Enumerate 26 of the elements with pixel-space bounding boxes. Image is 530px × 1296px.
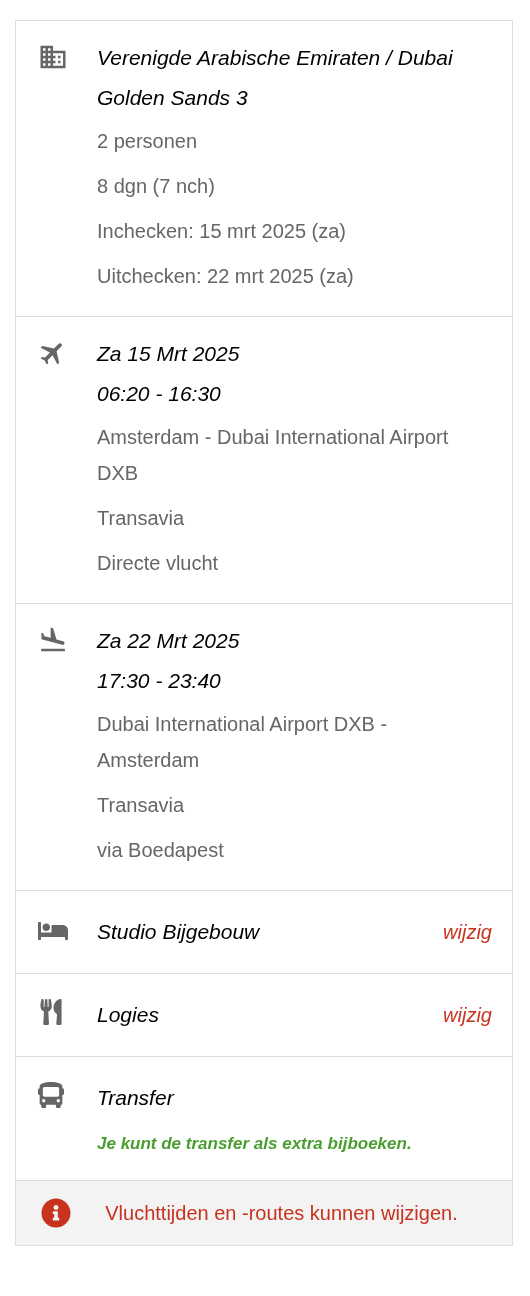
item-title: Za 15 Mrt 2025 xyxy=(97,341,240,367)
item-detail: Dubai International Airport DXB - Amsterdam xyxy=(97,712,389,773)
transfer-note: Je kunt de transfer als extra bijboeken. xyxy=(97,1133,413,1155)
bus-icon xyxy=(38,1082,64,1108)
utensils-icon xyxy=(38,999,64,1025)
change-link[interactable]: wijzig xyxy=(443,917,492,947)
item-detail: Amsterdam - Dubai International Airport DXB xyxy=(97,425,450,486)
item-title: Za 22 Mrt 2025 xyxy=(97,628,240,654)
item-detail: Uitchecken: 22 mrt 2025 (za) xyxy=(97,264,355,289)
item-title: Transfer xyxy=(97,1085,174,1111)
item-title: Verenigde Arabische Emiraten / Dubai xyxy=(97,45,453,71)
item-title: Studio Bijgebouw xyxy=(97,919,260,945)
item-detail: Transavia xyxy=(97,793,186,818)
item-title: Golden Sands 3 xyxy=(97,85,249,111)
info-icon xyxy=(41,1198,71,1228)
item-title: Logies xyxy=(97,1002,159,1028)
item-title: 06:20 - 16:30 xyxy=(97,381,222,407)
notice-text: Vluchttijden en -routes kunnen wijzigen. xyxy=(104,1201,459,1226)
change-link[interactable]: wijzig xyxy=(443,1000,492,1030)
item-detail: Directe vlucht xyxy=(97,551,220,576)
item-detail: 2 personen xyxy=(97,129,199,154)
item-detail: Transavia xyxy=(97,506,186,531)
item-detail: 8 dgn (7 nch) xyxy=(97,174,216,199)
item-title: 17:30 - 23:40 xyxy=(97,668,222,694)
item-detail: Inchecken: 15 mrt 2025 (za) xyxy=(97,219,347,244)
item-detail: via Boedapest xyxy=(97,838,225,863)
